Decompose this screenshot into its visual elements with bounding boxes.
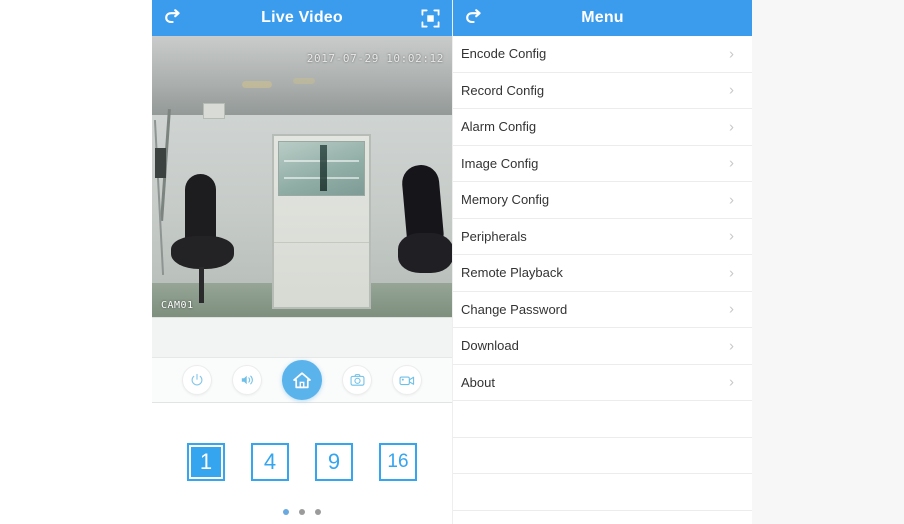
chevron-right-icon: › bbox=[729, 118, 734, 136]
menu-titlebar: Menu bbox=[453, 0, 752, 36]
layout-button-4[interactable]: 4 bbox=[251, 443, 289, 481]
chevron-right-icon: › bbox=[729, 337, 734, 355]
layout-button-9-label: 9 bbox=[327, 449, 341, 474]
video-spacer bbox=[152, 317, 452, 357]
chevron-right-icon: › bbox=[729, 81, 734, 99]
chevron-right-icon: › bbox=[729, 227, 734, 245]
back-arrow-icon bbox=[165, 9, 180, 24]
menu-item-label: Alarm Config bbox=[461, 119, 537, 135]
live-video-panel: Live Video 2017-07-29 10:02:12 CAM01 1 4… bbox=[152, 0, 452, 524]
home-icon bbox=[293, 371, 311, 388]
wall-mark-2 bbox=[293, 78, 315, 85]
menu-item-peripherals[interactable]: Peripherals › bbox=[453, 218, 752, 255]
fullscreen-icon bbox=[421, 9, 440, 27]
chevron-right-icon: › bbox=[729, 300, 734, 318]
video-control-bar bbox=[152, 357, 452, 403]
wall-box bbox=[155, 148, 166, 179]
menu-item-change-password[interactable]: Change Password › bbox=[453, 291, 752, 328]
layout-button-1[interactable]: 1 bbox=[187, 443, 225, 481]
menu-item-remote-playback[interactable]: Remote Playback › bbox=[453, 255, 752, 292]
app-root: Live Video 2017-07-29 10:02:12 CAM01 1 4… bbox=[0, 0, 904, 524]
chevron-right-icon: › bbox=[729, 264, 734, 282]
menu-item-empty bbox=[453, 474, 752, 511]
page-dot-1[interactable] bbox=[283, 509, 289, 515]
cabinet-glass bbox=[277, 141, 366, 196]
home-button[interactable] bbox=[282, 360, 322, 400]
speaker-icon bbox=[241, 375, 253, 385]
chevron-right-icon: › bbox=[729, 373, 734, 391]
page-dot-2[interactable] bbox=[299, 509, 305, 515]
chevron-right-icon: › bbox=[729, 45, 734, 63]
menu-item-label: About bbox=[461, 374, 495, 390]
chevron-right-icon: › bbox=[729, 191, 734, 209]
menu-item-empty bbox=[453, 437, 752, 474]
page-indicator bbox=[152, 509, 452, 515]
layout-button-16-label: 16 bbox=[387, 451, 409, 472]
menu-title: Menu bbox=[581, 9, 624, 26]
record-button[interactable] bbox=[392, 365, 422, 395]
menu-item-label: Download bbox=[461, 338, 519, 354]
menu-item-empty bbox=[453, 510, 752, 524]
wall-socket bbox=[203, 103, 225, 120]
menu-item-alarm-config[interactable]: Alarm Config › bbox=[453, 109, 752, 146]
cabinet bbox=[272, 134, 371, 309]
menu-item-label: Record Config bbox=[461, 82, 545, 98]
video-feed[interactable]: 2017-07-29 10:02:12 CAM01 bbox=[152, 36, 452, 317]
audio-button[interactable] bbox=[232, 365, 262, 395]
page-dot-3[interactable] bbox=[315, 509, 321, 515]
camera-label: CAM01 bbox=[161, 300, 194, 311]
menu-item-memory-config[interactable]: Memory Config › bbox=[453, 182, 752, 219]
menu-list: Encode Config › Record Config › Alarm Co… bbox=[453, 36, 752, 524]
menu-item-label: Change Password bbox=[461, 301, 568, 317]
camera-icon bbox=[350, 374, 364, 386]
snapshot-button[interactable] bbox=[342, 365, 372, 395]
menu-item-label: Remote Playback bbox=[461, 265, 563, 281]
menu-panel: Menu Encode Config › Record Config › Ala… bbox=[452, 0, 752, 524]
office-chair-right bbox=[398, 163, 452, 300]
wall-mark-1 bbox=[242, 80, 272, 88]
back-arrow-icon bbox=[466, 9, 481, 24]
menu-item-label: Image Config bbox=[461, 155, 539, 171]
video-camera-icon bbox=[399, 376, 415, 386]
menu-back-button[interactable] bbox=[465, 0, 485, 36]
fullscreen-button[interactable] bbox=[421, 0, 440, 36]
menu-item-image-config[interactable]: Image Config › bbox=[453, 145, 752, 182]
live-video-title: Live Video bbox=[261, 9, 343, 26]
layout-selector: 1 4 9 16 bbox=[152, 443, 452, 481]
cabinet-bottle bbox=[319, 145, 328, 192]
power-button[interactable] bbox=[182, 365, 212, 395]
chevron-right-icon: › bbox=[729, 154, 734, 172]
layout-button-16[interactable]: 16 bbox=[379, 443, 417, 481]
menu-item-label: Encode Config bbox=[461, 46, 547, 62]
video-timestamp: 2017-07-29 10:02:12 bbox=[306, 52, 444, 65]
office-chair-left bbox=[170, 173, 236, 303]
menu-item-record-config[interactable]: Record Config › bbox=[453, 72, 752, 109]
layout-button-9[interactable]: 9 bbox=[315, 443, 353, 481]
menu-item-label: Memory Config bbox=[461, 192, 550, 208]
layout-button-4-label: 4 bbox=[263, 449, 277, 474]
back-button[interactable] bbox=[164, 0, 184, 36]
menu-item-download[interactable]: Download › bbox=[453, 328, 752, 365]
layout-button-1-label: 1 bbox=[199, 449, 213, 474]
menu-item-empty bbox=[453, 401, 752, 438]
right-background bbox=[752, 0, 904, 524]
menu-item-encode-config[interactable]: Encode Config › bbox=[453, 36, 752, 73]
menu-item-label: Peripherals bbox=[461, 228, 527, 244]
live-video-titlebar: Live Video bbox=[152, 0, 452, 36]
left-background bbox=[0, 0, 152, 524]
power-icon bbox=[191, 373, 203, 386]
menu-item-about[interactable]: About › bbox=[453, 364, 752, 401]
